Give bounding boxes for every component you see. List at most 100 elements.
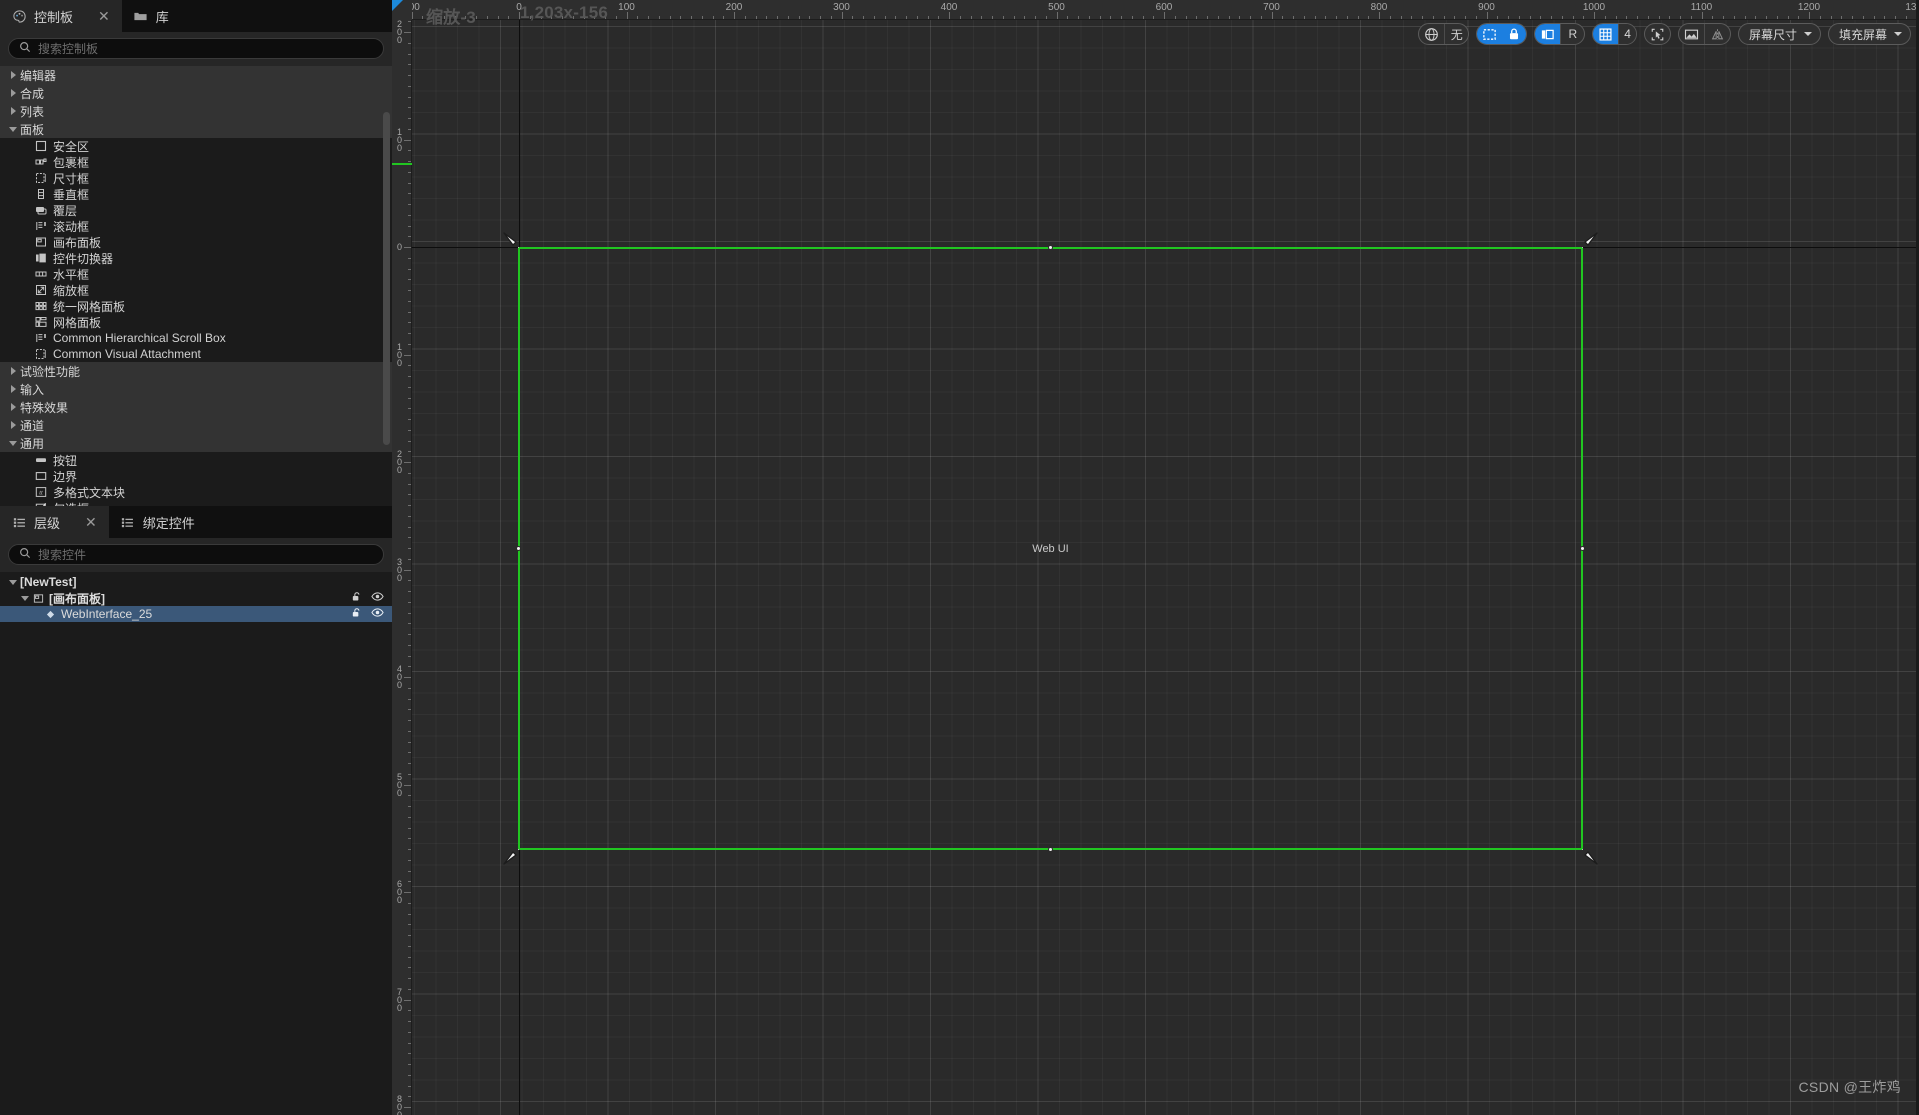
grid-icon[interactable]	[1593, 24, 1619, 44]
palette-search-area: 搜索控制板	[0, 32, 392, 66]
mirror-icon[interactable]	[1703, 24, 1730, 44]
marquee-icon[interactable]	[1477, 24, 1503, 44]
palette-scrollbar[interactable]	[383, 112, 390, 445]
grid-snap-group[interactable]: 4	[1592, 23, 1637, 45]
chevron-down-icon[interactable]	[6, 579, 20, 585]
anchor-handle-top-right[interactable]	[1578, 230, 1600, 252]
designer-viewport[interactable]: Web UI 100010020030040050060070080090010…	[392, 0, 1919, 1115]
anchor-handle-bottom-left[interactable]	[501, 845, 523, 867]
ruler-h-minor-tick	[809, 16, 811, 19]
anchor-handle-top-left[interactable]	[501, 230, 523, 252]
layout-direction-group[interactable]: R	[1534, 23, 1586, 45]
outline-lock-group[interactable]	[1476, 23, 1528, 45]
design-surface[interactable]: Web UI	[412, 20, 1919, 1115]
palette-tree[interactable]: 编辑器 合成 列表 面板 安全区 包裹框 尺寸框 垂直框 覆层 滚动框 画布面板…	[0, 66, 392, 506]
tab-palette[interactable]: 控制板 ✕	[0, 0, 122, 32]
palette-item-overlay[interactable]: 覆层	[0, 202, 392, 218]
handle-top-center[interactable]	[1047, 245, 1053, 250]
palette-group-experimental[interactable]: 试验性功能	[0, 362, 392, 380]
chevron-right-icon[interactable]	[6, 367, 20, 375]
layout-icon[interactable]	[1535, 24, 1561, 44]
chevron-right-icon[interactable]	[6, 403, 20, 411]
palette-group-list[interactable]: 列表	[0, 102, 392, 120]
hierarchy-tree[interactable]: [NewTest] [画布面板] WebInterface_25	[0, 572, 392, 622]
globe-icon[interactable]	[1419, 24, 1444, 44]
chevron-right-icon[interactable]	[6, 107, 20, 115]
designer-toolbar[interactable]: 无 R 4 屏幕尺寸 填充屏幕	[1418, 22, 1911, 46]
tab-hierarchy[interactable]: 层级 ✕	[0, 506, 109, 538]
palette-item-horizontal-box[interactable]: 水平框	[0, 266, 392, 282]
palette-item-uniform-grid-panel[interactable]: 统一网格面板	[0, 298, 392, 314]
palette-item-button[interactable]: 按钮	[0, 452, 392, 468]
lock-icon[interactable]	[1502, 24, 1527, 44]
palette-item-vertical-box[interactable]: 垂直框	[0, 186, 392, 202]
hierarchy-search-input[interactable]: 搜索控件	[8, 544, 384, 565]
eye-icon[interactable]	[371, 607, 384, 621]
palette-item-safe-zone[interactable]: 安全区	[0, 138, 392, 154]
cursor-snap-icon[interactable]	[1645, 24, 1670, 44]
rtl-toggle[interactable]: R	[1560, 24, 1584, 44]
tab-bound-widgets[interactable]: 绑定控件	[108, 506, 207, 538]
palette-group-editor[interactable]: 编辑器	[0, 66, 392, 84]
localization-value[interactable]: 无	[1444, 24, 1468, 44]
chevron-right-icon[interactable]	[6, 71, 20, 79]
selected-widget-bounds[interactable]: Web UI	[503, 232, 1598, 865]
fill-screen-dropdown[interactable]: 填充屏幕	[1827, 23, 1911, 45]
grid-snap-size[interactable]: 4	[1618, 24, 1636, 44]
chevron-down-icon[interactable]	[6, 440, 20, 446]
tree-row-canvas-panel[interactable]: [画布面板]	[0, 590, 392, 606]
close-icon[interactable]: ✕	[85, 515, 97, 529]
palette-group-label: 特殊效果	[20, 400, 69, 415]
unlock-icon[interactable]	[351, 591, 362, 605]
chevron-down-icon	[1803, 32, 1812, 36]
tree-row-newtest[interactable]: [NewTest]	[0, 574, 392, 590]
palette-item-size-box[interactable]: 尺寸框	[0, 170, 392, 186]
palette-item-wrap-box[interactable]: 包裹框	[0, 154, 392, 170]
ruler-v-minor-tick	[408, 666, 411, 668]
image-icon[interactable]	[1679, 24, 1704, 44]
chevron-down-icon[interactable]	[18, 595, 32, 601]
palette-group-compound[interactable]: 合成	[0, 84, 392, 102]
palette-item-canvas-panel[interactable]: 画布面板	[0, 234, 392, 250]
snap-to-widget-group[interactable]	[1643, 23, 1671, 45]
palette-item-rich-text-block[interactable]: tt 多格式文本块	[0, 484, 392, 500]
eye-icon[interactable]	[371, 591, 384, 605]
palette-search-input[interactable]: 搜索控制板	[8, 38, 384, 59]
chevron-right-icon[interactable]	[6, 385, 20, 393]
palette-group-special-effects[interactable]: 特殊效果	[0, 398, 392, 416]
screen-size-dropdown[interactable]: 屏幕尺寸	[1737, 23, 1821, 45]
palette-group-channel[interactable]: 通道	[0, 416, 392, 434]
chevron-down-icon[interactable]	[6, 126, 20, 132]
preview-group[interactable]	[1677, 23, 1731, 45]
ruler-v-minor-tick	[408, 720, 411, 721]
anchor-handle-bottom-right[interactable]	[1578, 845, 1600, 867]
palette-item-border[interactable]: 边界	[0, 468, 392, 484]
ruler-v-minor-tick	[408, 935, 411, 936]
chevron-right-icon[interactable]	[6, 89, 20, 97]
list-icon	[120, 514, 136, 530]
tree-row-webinterface[interactable]: WebInterface_25	[0, 606, 392, 622]
ruler-v-minor-tick	[408, 698, 411, 700]
ruler-corner[interactable]	[392, 0, 412, 20]
tab-library[interactable]: 库	[121, 0, 181, 32]
palette-item-scale-box[interactable]: 缩放框	[0, 282, 392, 298]
palette-item-common-visual-attachment[interactable]: Common Visual Attachment	[0, 346, 392, 362]
handle-right-middle[interactable]	[1580, 545, 1585, 551]
palette-item-widget-switcher[interactable]: 控件切换器	[0, 250, 392, 266]
palette-item-common-hierarchical-scroll-box[interactable]: Common Hierarchical Scroll Box	[0, 330, 392, 346]
palette-group-common[interactable]: 通用	[0, 434, 392, 452]
handle-left-middle[interactable]	[516, 545, 521, 551]
ruler-vertical[interactable]: 4003002001000100200300400500600700800900…	[392, 0, 412, 1115]
close-icon[interactable]: ✕	[98, 9, 110, 23]
chevron-right-icon[interactable]	[6, 421, 20, 429]
localization-group[interactable]: 无	[1418, 23, 1470, 45]
palette-item-scroll-box[interactable]: 滚动框	[0, 218, 392, 234]
palette-item-grid-panel[interactable]: 网格面板	[0, 314, 392, 330]
palette-group-panel[interactable]: 面板	[0, 120, 392, 138]
ruler-h-minor-tick	[680, 16, 682, 19]
handle-bottom-center[interactable]	[1047, 847, 1053, 852]
ruler-horizontal[interactable]: 1000100200300400500600700800900100011001…	[392, 0, 1919, 20]
palette-group-input[interactable]: 输入	[0, 380, 392, 398]
unlock-icon[interactable]	[351, 607, 362, 621]
ruler-v-minor-tick	[408, 816, 411, 818]
